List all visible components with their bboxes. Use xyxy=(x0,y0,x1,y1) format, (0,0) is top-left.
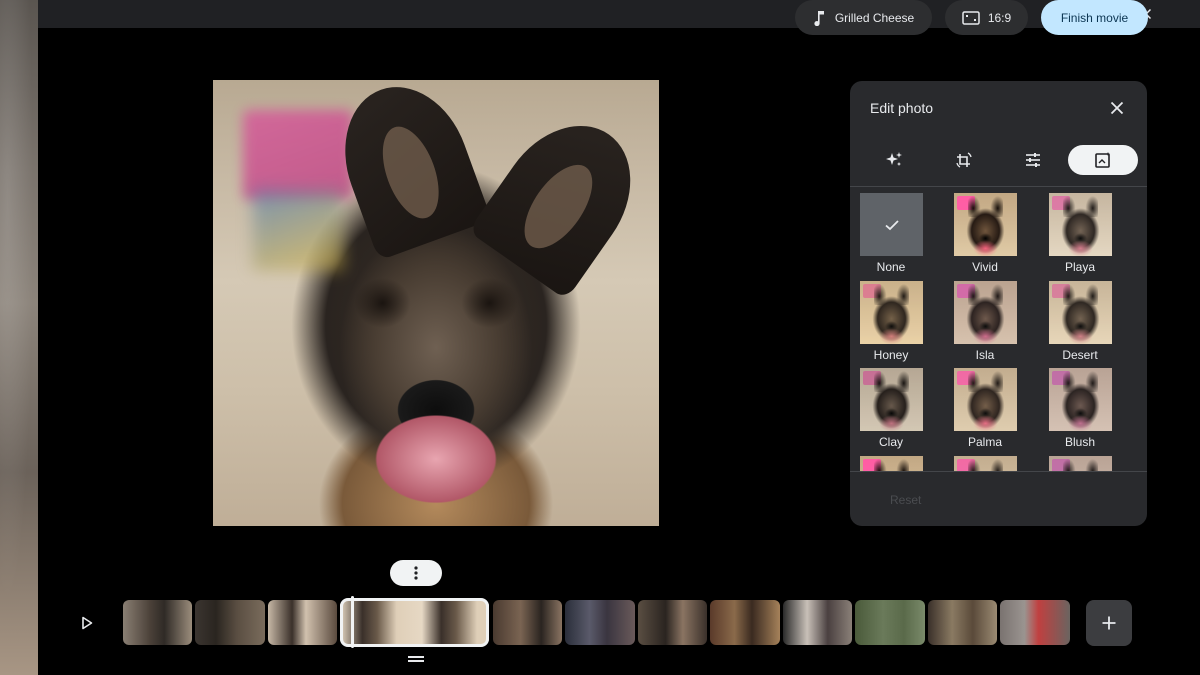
playhead[interactable] xyxy=(351,596,354,648)
timeline-clip[interactable] xyxy=(493,600,562,645)
tab-filters[interactable] xyxy=(1068,145,1138,175)
panel-divider xyxy=(850,186,1147,187)
finish-movie-label: Finish movie xyxy=(1060,10,1129,25)
panel-footer-divider xyxy=(850,471,1147,472)
filter-label: Clay xyxy=(878,435,903,449)
filter-thumbnail xyxy=(1049,193,1112,256)
filter-playa[interactable]: Playa xyxy=(1045,193,1115,279)
filter-label: Vivid xyxy=(972,260,998,274)
aspect-ratio-label: 16:9 xyxy=(987,10,1012,25)
filter-thumbnail xyxy=(954,368,1017,431)
filter-palma[interactable]: Palma xyxy=(950,368,1020,454)
filter-thumbnail xyxy=(860,281,923,344)
timeline-clip-selected[interactable] xyxy=(340,600,489,645)
filter-none[interactable]: None xyxy=(856,193,926,279)
filter-label: None xyxy=(876,260,906,274)
aspect-ratio-button[interactable]: 16:9 xyxy=(945,0,1028,35)
filter-blush[interactable]: Blush xyxy=(1045,368,1115,454)
timeline-clip[interactable] xyxy=(1000,600,1070,645)
timeline-clip[interactable] xyxy=(638,600,707,645)
timeline-clip[interactable] xyxy=(565,600,635,645)
auto-enhance-icon xyxy=(886,152,902,166)
filter-thumbnail xyxy=(860,368,923,431)
filter-isla[interactable]: Isla xyxy=(950,281,1020,367)
filter-partial[interactable] xyxy=(950,456,1020,471)
filter-label: Playa xyxy=(1064,260,1096,274)
check-icon xyxy=(884,219,899,230)
music-note-icon xyxy=(814,10,824,26)
filter-none-thumbnail xyxy=(860,193,923,256)
play-button[interactable] xyxy=(76,612,98,634)
filter-partial[interactable] xyxy=(856,456,926,471)
filter-honey[interactable]: Honey xyxy=(856,281,926,367)
panel-title: Edit photo xyxy=(870,100,934,116)
crop-rotate-icon xyxy=(956,152,972,168)
timeline-clip[interactable] xyxy=(783,600,852,645)
reset-button[interactable]: Reset xyxy=(890,493,921,507)
filter-thumbnail xyxy=(954,281,1017,344)
filter-thumbnail xyxy=(954,456,1017,471)
edit-tool-tabs xyxy=(850,145,1147,175)
filter-clay[interactable]: Clay xyxy=(856,368,926,454)
timeline-clip[interactable] xyxy=(710,600,780,645)
filter-label: Honey xyxy=(873,348,909,362)
close-panel-icon[interactable] xyxy=(1106,97,1128,119)
tab-adjust[interactable] xyxy=(998,145,1068,175)
filter-thumbnail xyxy=(954,193,1017,256)
add-clip-button[interactable] xyxy=(1086,600,1132,646)
finish-movie-button[interactable]: Finish movie xyxy=(1041,0,1148,35)
timeline-clip[interactable] xyxy=(928,600,997,645)
filter-label: Palma xyxy=(967,435,1002,449)
adjust-icon xyxy=(1026,153,1040,167)
music-button[interactable]: Grilled Cheese xyxy=(795,0,932,35)
filter-vivid[interactable]: Vivid xyxy=(950,193,1020,279)
plus-icon xyxy=(1102,616,1116,630)
timeline-clip[interactable] xyxy=(195,600,265,645)
clip-options-button[interactable] xyxy=(390,560,442,586)
filter-thumbnail xyxy=(1049,368,1112,431)
tab-crop-rotate[interactable] xyxy=(929,145,999,175)
preview-photo xyxy=(213,80,659,526)
filter-partial[interactable] xyxy=(1045,456,1115,471)
aspect-ratio-icon xyxy=(962,10,980,25)
desktop-wallpaper xyxy=(0,0,38,675)
timeline-clip[interactable] xyxy=(123,600,192,645)
timeline-drag-handle[interactable] xyxy=(408,656,424,664)
timeline-clip[interactable] xyxy=(268,600,337,645)
filter-label: Isla xyxy=(975,348,995,362)
filters-icon xyxy=(1095,152,1110,168)
play-icon xyxy=(82,616,93,630)
filter-desert[interactable]: Desert xyxy=(1045,281,1115,367)
filter-thumbnail xyxy=(1049,456,1112,471)
edit-photo-panel: Edit photo None Vivid Playa Honey Isla D… xyxy=(850,81,1147,526)
timeline-strip xyxy=(123,598,1071,647)
filter-thumbnail xyxy=(1049,281,1112,344)
timeline-clip[interactable] xyxy=(855,600,925,645)
filter-label: Blush xyxy=(1064,435,1096,449)
movie-editor-window: Grilled Cheese 16:9 Finish movie Edit ph… xyxy=(38,0,1200,675)
tab-auto-enhance[interactable] xyxy=(859,145,929,175)
filter-thumbnail xyxy=(860,456,923,471)
more-vert-icon xyxy=(414,566,418,580)
filter-label: Desert xyxy=(1062,348,1098,362)
filter-grid: None Vivid Playa Honey Isla Desert Clay … xyxy=(850,193,1147,471)
music-label: Grilled Cheese xyxy=(834,10,915,25)
